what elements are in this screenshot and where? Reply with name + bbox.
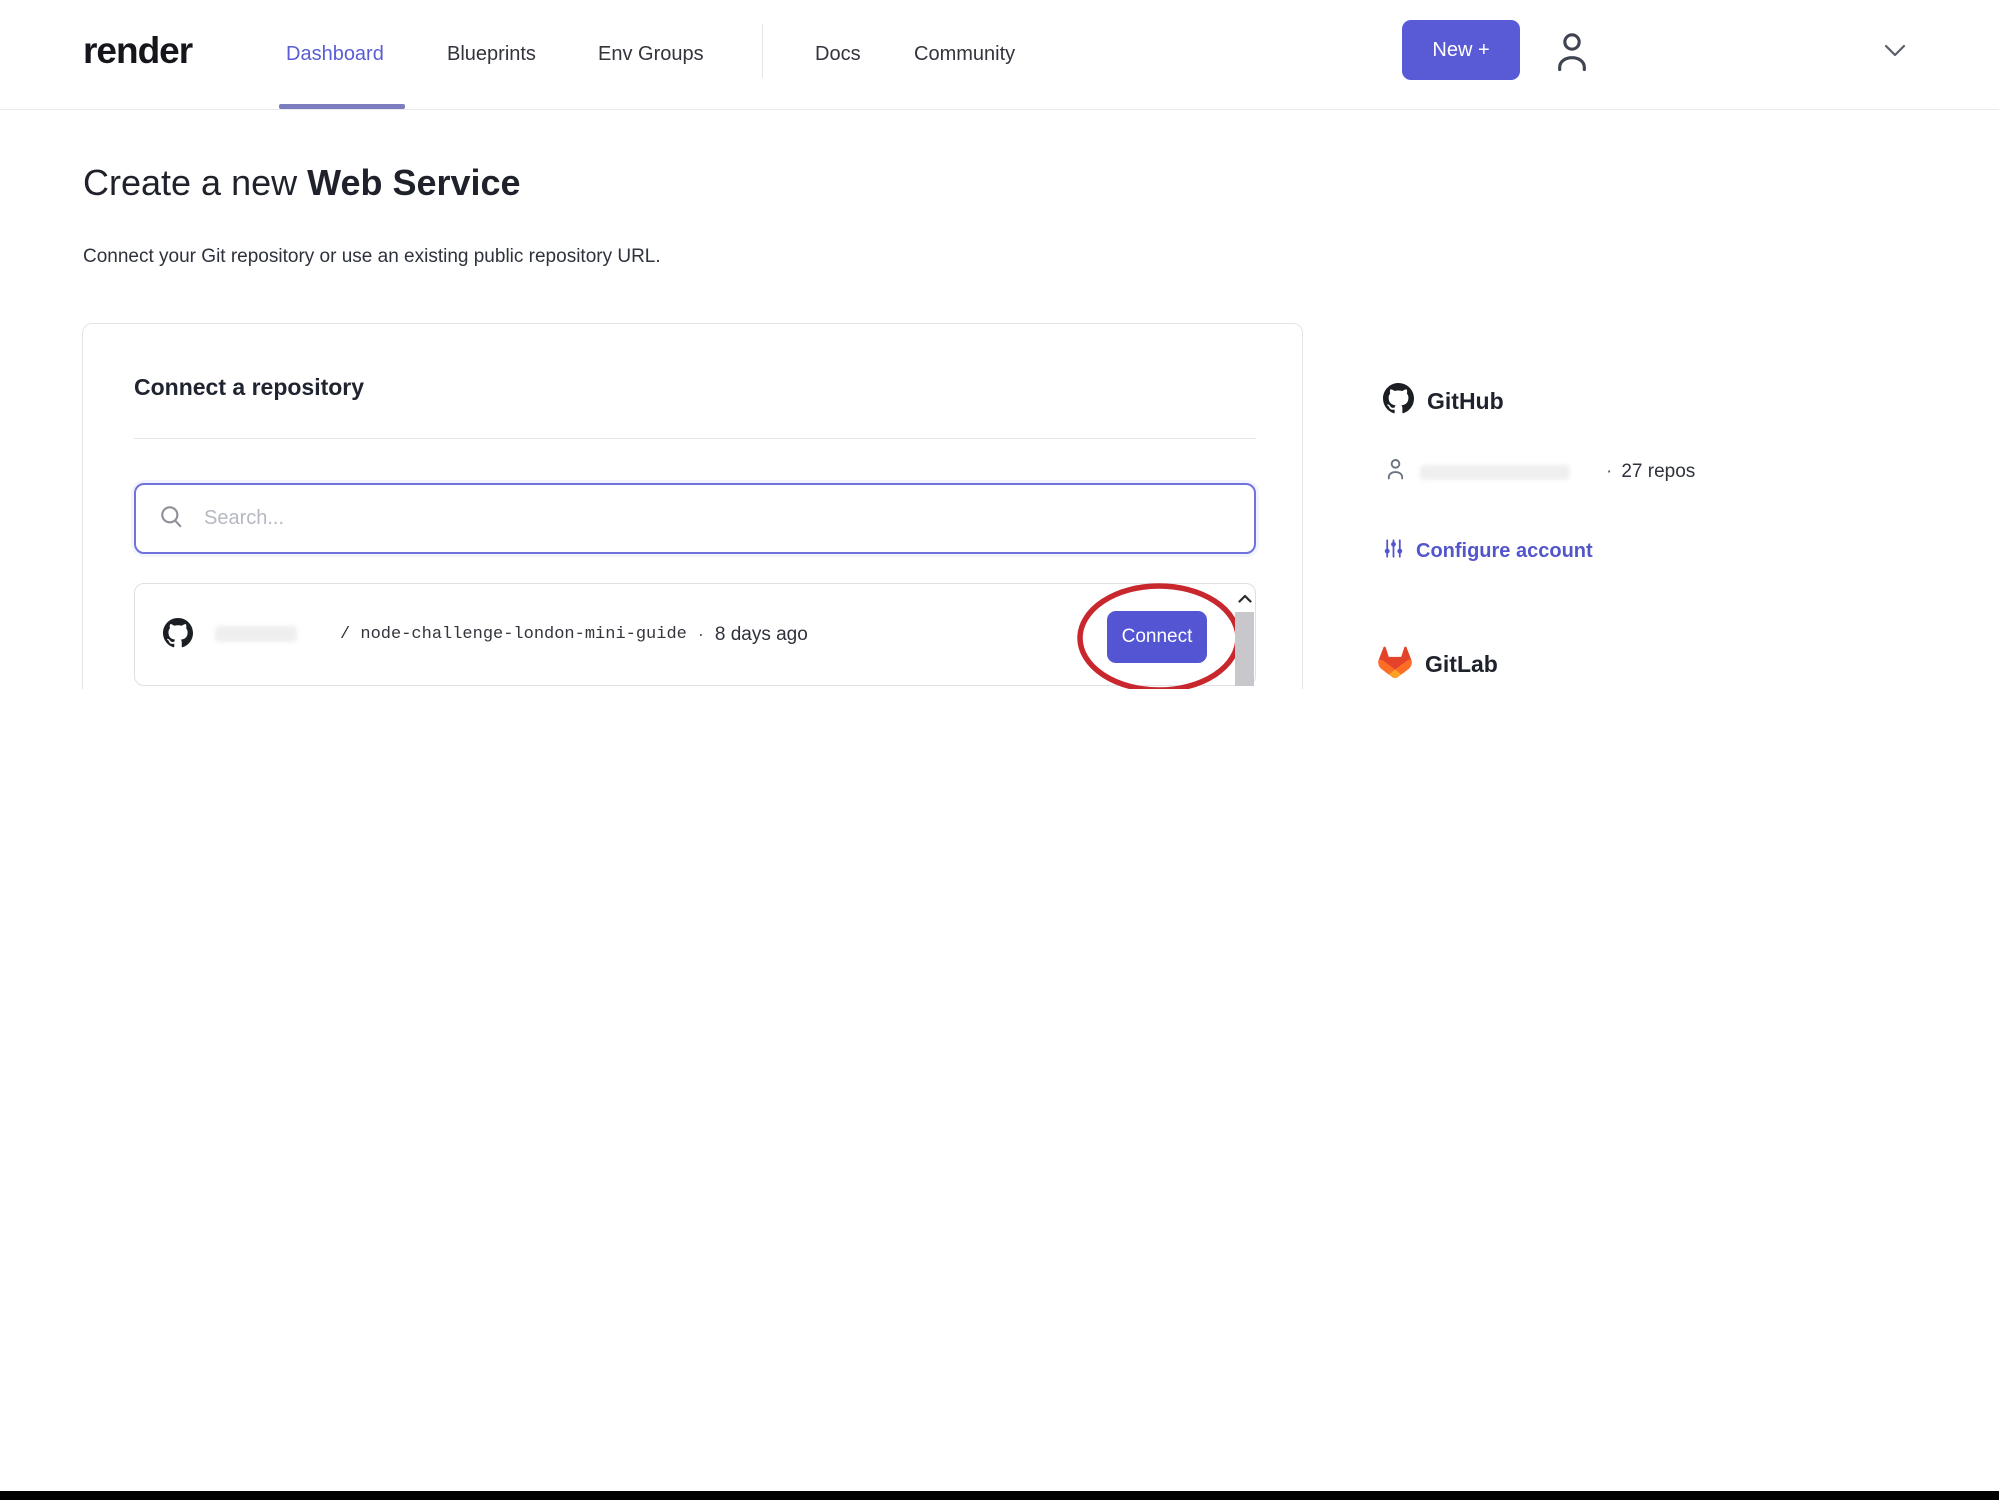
repository-search-input[interactable] bbox=[202, 506, 1232, 531]
gitlab-icon bbox=[1378, 646, 1412, 683]
repos-count: 27 repos bbox=[1621, 461, 1696, 482]
create-web-service-page: render Dashboard Blueprints Env Groups D… bbox=[0, 0, 1999, 1500]
page-title-emphasis: Web Service bbox=[307, 162, 521, 203]
bottom-edge-bar bbox=[0, 1491, 1999, 1500]
account-menu-chevron[interactable] bbox=[1884, 44, 1906, 60]
nav-link-docs-label: Docs bbox=[815, 43, 861, 65]
repository-updated-time: 8 days ago bbox=[714, 623, 808, 645]
repository-list-scrollbar bbox=[1235, 585, 1254, 686]
nav-link-community[interactable]: Community bbox=[914, 0, 1015, 109]
page-title-prefix: Create a new bbox=[83, 162, 308, 203]
nav-tab-env-groups-label: Env Groups bbox=[598, 43, 704, 65]
nav-link-community-label: Community bbox=[914, 43, 1016, 65]
page-title: Create a new Web Service bbox=[83, 162, 521, 204]
nav-tab-dashboard[interactable]: Dashboard bbox=[286, 0, 384, 109]
repository-search-box bbox=[134, 483, 1256, 554]
github-icon bbox=[163, 618, 193, 653]
card-divider bbox=[134, 438, 1256, 439]
redacted-github-username bbox=[1420, 464, 1570, 480]
page-subtitle: Connect your Git repository or use an ex… bbox=[83, 246, 661, 267]
configure-account-link[interactable]: Configure account bbox=[1383, 538, 1593, 565]
chevron-up-icon bbox=[1237, 591, 1252, 606]
new-button-label: New + bbox=[1432, 38, 1490, 61]
scrollbar-up-button[interactable] bbox=[1235, 585, 1254, 612]
render-logo[interactable]: render bbox=[83, 30, 193, 72]
nav-tab-dashboard-label: Dashboard bbox=[286, 43, 384, 65]
active-tab-underline bbox=[279, 104, 405, 109]
new-button[interactable]: New + bbox=[1402, 20, 1520, 80]
gitlab-section-label: GitLab bbox=[1425, 651, 1498, 677]
nav-link-docs[interactable]: Docs bbox=[815, 0, 861, 109]
scrollbar-thumb[interactable] bbox=[1235, 612, 1254, 686]
chevron-down-icon bbox=[1884, 44, 1906, 60]
nav-tab-blueprints-label: Blueprints bbox=[447, 43, 536, 65]
top-navigation-bar: render Dashboard Blueprints Env Groups D… bbox=[0, 0, 1999, 110]
card-heading: Connect a repository bbox=[134, 374, 365, 400]
user-avatar-button[interactable] bbox=[1552, 28, 1592, 76]
github-section-header: GitHub bbox=[1383, 383, 1504, 419]
github-icon bbox=[1383, 383, 1414, 419]
repository-meta-separator: · bbox=[697, 624, 704, 644]
connect-repository-card: Connect a repository / node- bbox=[82, 323, 1303, 689]
user-icon bbox=[1385, 457, 1406, 487]
github-section-label: GitHub bbox=[1427, 387, 1504, 414]
configure-account-label: Configure account bbox=[1416, 540, 1593, 562]
connect-button-label: Connect bbox=[1121, 626, 1193, 647]
repository-path: / node-challenge-london-mini-guide bbox=[340, 625, 687, 644]
gitlab-section-header: GitLab bbox=[1378, 646, 1498, 683]
redacted-repo-owner bbox=[215, 626, 297, 642]
nav-tab-env-groups[interactable]: Env Groups bbox=[598, 0, 704, 109]
repository-meta: / node-challenge-london-mini-guide · 8 d… bbox=[340, 584, 808, 685]
nav-tab-blueprints[interactable]: Blueprints bbox=[447, 0, 536, 109]
github-account-row: · 27 repos bbox=[1385, 457, 1695, 487]
repository-list: / node-challenge-london-mini-guide · 8 d… bbox=[134, 583, 1256, 689]
connect-button[interactable]: Connect bbox=[1107, 611, 1207, 663]
nav-divider bbox=[762, 24, 763, 78]
sliders-icon bbox=[1383, 538, 1404, 565]
user-avatar-icon bbox=[1552, 33, 1592, 79]
search-icon bbox=[158, 503, 185, 535]
repos-count-separator: · bbox=[1606, 461, 1613, 482]
